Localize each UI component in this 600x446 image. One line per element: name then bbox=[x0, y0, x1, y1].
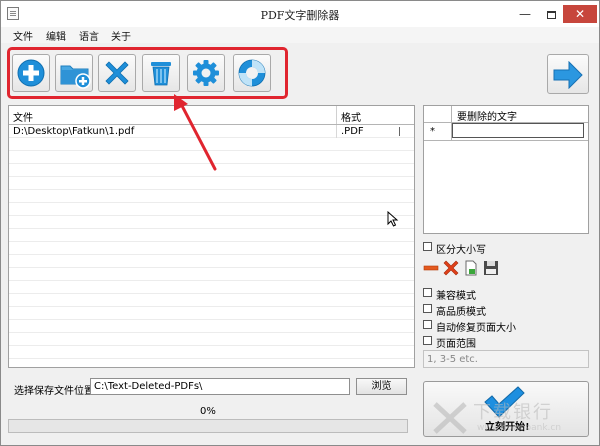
file-list-table[interactable]: 文件 格式 D:\Desktop\Fatkun\1.pdf .PDF bbox=[8, 105, 415, 368]
menu-file[interactable]: 文件 bbox=[13, 28, 33, 43]
new-row-marker: * bbox=[430, 126, 435, 137]
close-button[interactable]: ✕ bbox=[563, 5, 597, 23]
words-table-header: 要删除的文字 bbox=[424, 106, 588, 123]
file-format: .PDF bbox=[341, 126, 364, 137]
high-quality-checkbox[interactable] bbox=[423, 304, 432, 313]
column-divider bbox=[336, 125, 337, 138]
title-bar: PDF文字删除器 — ✕ bbox=[1, 1, 599, 27]
file-path: D:\Desktop\Fatkun\1.pdf bbox=[13, 126, 135, 137]
word-input-cell[interactable] bbox=[452, 123, 584, 138]
watermark: 下载银行 www.downbank.cn bbox=[429, 396, 599, 445]
file-list-body: D:\Desktop\Fatkun\1.pdf .PDF bbox=[9, 125, 414, 367]
page-range-label: 页面范围 bbox=[436, 339, 476, 350]
column-divider bbox=[336, 106, 337, 124]
column-words-to-delete: 要删除的文字 bbox=[457, 112, 517, 123]
browse-button[interactable]: 浏览 bbox=[356, 378, 407, 395]
next-step-button[interactable] bbox=[547, 54, 589, 94]
progress-percent: 0% bbox=[200, 406, 216, 417]
page-range-input[interactable]: 1, 3-5 etc. bbox=[423, 350, 589, 368]
compat-mode-checkbox[interactable] bbox=[423, 288, 432, 297]
row-header-corner bbox=[424, 106, 452, 122]
maximize-icon bbox=[546, 10, 556, 19]
compat-mode-label: 兼容模式 bbox=[436, 291, 476, 302]
progress-bar bbox=[8, 419, 408, 433]
save-location-label: 选择保存文件位置 bbox=[14, 386, 94, 397]
words-to-delete-table[interactable]: 要删除的文字 * bbox=[423, 105, 589, 234]
window-title: PDF文字删除器 bbox=[260, 9, 340, 22]
table-row[interactable]: D:\Desktop\Fatkun\1.pdf .PDF bbox=[9, 125, 407, 138]
high-quality-label: 高品质模式 bbox=[436, 307, 486, 318]
case-sensitive-checkbox[interactable] bbox=[423, 242, 432, 251]
column-file[interactable]: 文件 bbox=[13, 109, 33, 124]
column-format[interactable]: 格式 bbox=[341, 109, 361, 124]
import-words-button[interactable] bbox=[463, 260, 479, 276]
maximize-button[interactable] bbox=[539, 5, 563, 23]
watermark-text: 下载银行 bbox=[473, 402, 553, 423]
watermark-logo-icon bbox=[433, 402, 467, 434]
mouse-cursor-icon bbox=[387, 211, 399, 227]
clear-words-button[interactable] bbox=[443, 260, 459, 276]
menu-bar: 文件 编辑 语言 关于 bbox=[1, 27, 599, 43]
save-words-icon[interactable] bbox=[483, 260, 499, 276]
text-caret bbox=[399, 127, 400, 136]
auto-repair-label: 自动修复页面大小 bbox=[436, 323, 516, 334]
page-range-checkbox[interactable] bbox=[423, 336, 432, 345]
auto-repair-checkbox[interactable] bbox=[423, 320, 432, 329]
menu-language[interactable]: 语言 bbox=[79, 28, 99, 43]
menu-edit[interactable]: 编辑 bbox=[46, 28, 66, 43]
app-window: PDF文字删除器 — ✕ 文件 编辑 语言 关于 文件 格式 D:\Deskto… bbox=[0, 0, 600, 446]
file-list-header: 文件 格式 bbox=[9, 106, 414, 125]
save-path-input[interactable] bbox=[90, 378, 350, 395]
arrow-right-icon bbox=[553, 61, 583, 89]
row-header: * bbox=[424, 123, 452, 140]
remove-word-button[interactable] bbox=[423, 260, 439, 276]
menu-about[interactable]: 关于 bbox=[111, 28, 131, 43]
watermark-url: www.downbank.cn bbox=[477, 423, 562, 433]
minimize-button[interactable]: — bbox=[513, 5, 537, 23]
case-sensitive-label: 区分大小写 bbox=[436, 245, 486, 256]
annotation-highlight-box bbox=[7, 47, 288, 99]
words-new-row[interactable]: * bbox=[424, 123, 588, 141]
